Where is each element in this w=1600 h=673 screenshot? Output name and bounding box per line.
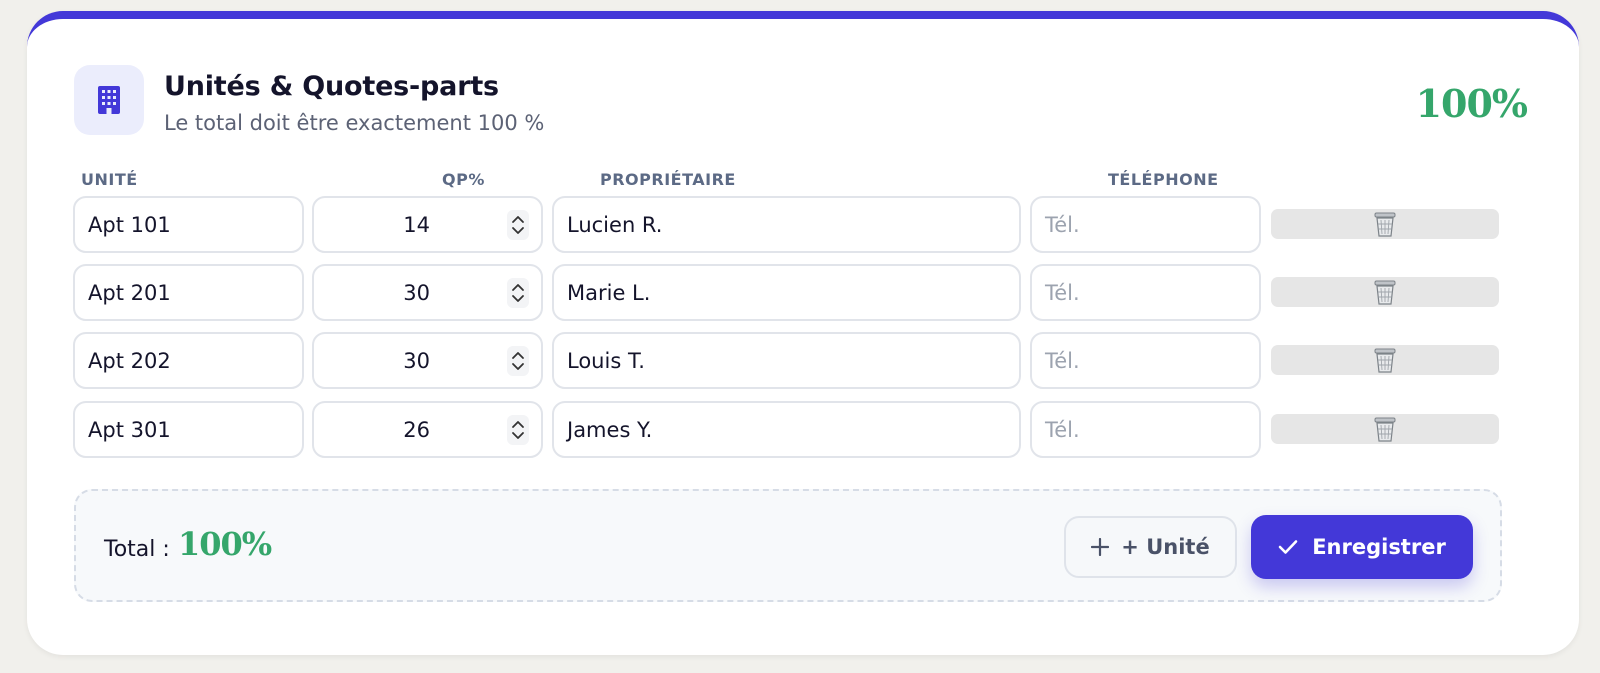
phone-input[interactable]: Tél. [1030, 196, 1261, 253]
delete-row-button[interactable] [1271, 277, 1499, 307]
qp-stepper[interactable] [507, 209, 529, 240]
qp-input[interactable]: 14 [312, 196, 543, 253]
unit-input[interactable]: Apt 101 [73, 196, 304, 253]
add-unit-label: + Unité [1121, 535, 1210, 559]
footer-total-label: Total : [104, 537, 170, 562]
chevron-up-down-icon [512, 215, 524, 234]
add-unit-button[interactable]: + Unité [1064, 516, 1237, 578]
trash-icon [1374, 212, 1396, 237]
column-header-qp: QP% [442, 170, 485, 189]
delete-row-button[interactable] [1271, 414, 1499, 444]
phone-input[interactable]: Tél. [1030, 401, 1261, 458]
units-card: Unités & Quotes-parts Le total doit être… [27, 11, 1579, 655]
qp-stepper[interactable] [507, 277, 529, 308]
column-header-unit: UNITÉ [81, 170, 138, 189]
owner-input[interactable]: Louis T. [552, 332, 1021, 389]
save-label: Enregistrer [1312, 535, 1446, 559]
page-title: Unités & Quotes-parts [164, 71, 499, 102]
building-icon [98, 86, 120, 114]
plus-icon [1091, 538, 1110, 556]
chevron-up-down-icon [512, 283, 524, 302]
owner-input[interactable]: Marie L. [552, 264, 1021, 321]
qp-stepper[interactable] [507, 345, 529, 376]
chevron-up-down-icon [512, 351, 524, 370]
save-button[interactable]: Enregistrer [1251, 515, 1473, 579]
qp-value: 30 [403, 348, 430, 373]
owner-input[interactable]: James Y. [552, 401, 1021, 458]
phone-input[interactable]: Tél. [1030, 264, 1261, 321]
trash-icon [1374, 417, 1396, 442]
trash-icon [1374, 280, 1396, 305]
qp-input[interactable]: 30 [312, 332, 543, 389]
qp-value: 14 [403, 212, 430, 237]
unit-input[interactable]: Apt 201 [73, 264, 304, 321]
delete-row-button[interactable] [1271, 209, 1499, 239]
trash-icon [1374, 348, 1396, 373]
delete-row-button[interactable] [1271, 345, 1499, 375]
phone-input[interactable]: Tél. [1030, 332, 1261, 389]
chevron-up-down-icon [512, 420, 524, 439]
page-subtitle: Le total doit être exactement 100 % [164, 111, 545, 135]
unit-input[interactable]: Apt 202 [73, 332, 304, 389]
check-icon [1278, 540, 1298, 554]
footer-total-value: 100% [178, 525, 272, 563]
qp-value: 30 [403, 280, 430, 305]
qp-stepper[interactable] [507, 414, 529, 445]
column-header-owner: PROPRIÉTAIRE [600, 170, 736, 189]
unit-input[interactable]: Apt 301 [73, 401, 304, 458]
total-percentage: 100% [1415, 81, 1528, 126]
qp-input[interactable]: 30 [312, 264, 543, 321]
building-icon-container [74, 65, 144, 135]
column-header-phone: TÉLÉPHONE [1108, 170, 1219, 189]
qp-value: 26 [403, 417, 430, 442]
qp-input[interactable]: 26 [312, 401, 543, 458]
footer-panel: Total : 100% + Unité Enregistrer [74, 489, 1502, 602]
owner-input[interactable]: Lucien R. [552, 196, 1021, 253]
